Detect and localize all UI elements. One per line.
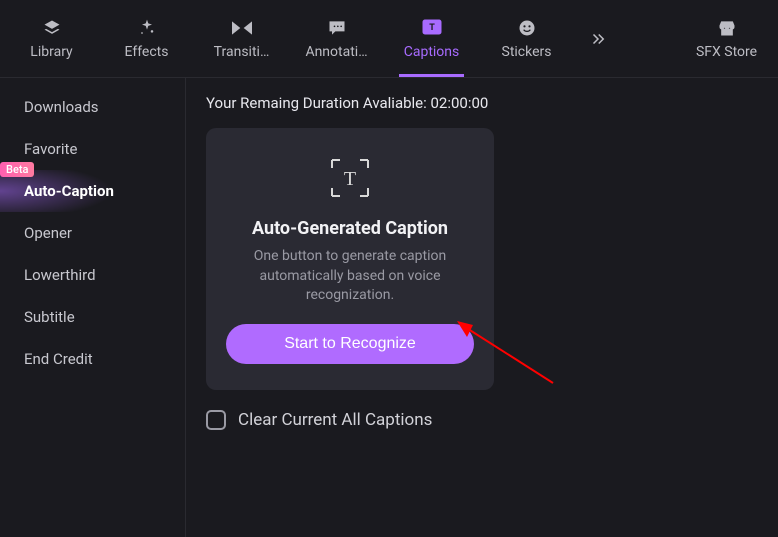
chevron-double-right-icon [588,29,608,49]
svg-text:T: T [344,168,356,190]
tab-label: Annotati… [305,44,367,60]
tab-annotations[interactable]: Annotati… [289,0,384,77]
sidebar-item-label: Subtitle [24,308,75,326]
sidebar-item-opener[interactable]: Opener [0,212,185,254]
duration-prefix: Your Remaing Duration Avaliable: [206,94,431,112]
sidebar-item-subtitle[interactable]: Subtitle [0,296,185,338]
sidebar-item-label: End Credit [24,350,93,368]
text-frame-icon: T [328,156,372,200]
tab-label: Transiti… [214,44,270,60]
tab-transitions[interactable]: Transiti… [194,0,289,77]
auto-caption-card: T Auto-Generated Caption One button to g… [206,128,494,390]
tab-stickers[interactable]: Stickers [479,0,574,77]
layers-icon [42,18,62,38]
sidebar-item-label: Downloads [24,98,99,116]
tab-captions[interactable]: T Captions [384,0,479,77]
tab-label: Stickers [502,44,552,60]
sidebar-item-downloads[interactable]: Downloads [0,86,185,128]
sidebar-item-end-credit[interactable]: End Credit [0,338,185,380]
tab-effects[interactable]: Effects [99,0,194,77]
sidebar: Downloads Favorite Beta Auto-Caption Ope… [0,78,186,537]
top-tabs: Library Effects Transiti… Annotati… T Ca… [0,0,778,78]
tab-library[interactable]: Library [4,0,99,77]
tab-more[interactable] [574,0,622,77]
tab-label: Library [30,44,72,60]
clear-captions-checkbox[interactable] [206,410,226,430]
sidebar-item-label: Lowerthird [24,266,96,284]
duration-value: 02:00:00 [431,94,489,112]
svg-text:T: T [429,23,435,33]
sparkle-icon [137,18,157,38]
store-icon [717,18,737,38]
smile-icon [517,18,537,38]
card-title: Auto-Generated Caption [252,218,448,239]
transition-icon [232,18,252,38]
tab-label: Captions [404,44,460,60]
sidebar-item-lowerthird[interactable]: Lowerthird [0,254,185,296]
tab-sfx-store[interactable]: SFX Store [679,0,774,77]
captions-icon: T [422,18,442,38]
speech-bubble-icon [327,18,347,38]
clear-captions-row: Clear Current All Captions [206,410,758,430]
sidebar-item-label: Opener [24,224,72,242]
card-description: One button to generate caption automatic… [226,247,474,306]
clear-captions-label: Clear Current All Captions [238,410,432,430]
start-recognize-button[interactable]: Start to Recognize [226,324,474,364]
remaining-duration: Your Remaing Duration Avaliable: 02:00:0… [206,94,758,112]
beta-badge: Beta [0,162,34,177]
sidebar-item-label: Auto-Caption [24,182,114,200]
tab-label: Effects [125,44,169,60]
sidebar-item-auto-caption[interactable]: Beta Auto-Caption [0,170,185,212]
main-panel: Your Remaing Duration Avaliable: 02:00:0… [186,78,778,537]
sidebar-item-label: Favorite [24,140,77,158]
tab-label: SFX Store [696,44,757,60]
